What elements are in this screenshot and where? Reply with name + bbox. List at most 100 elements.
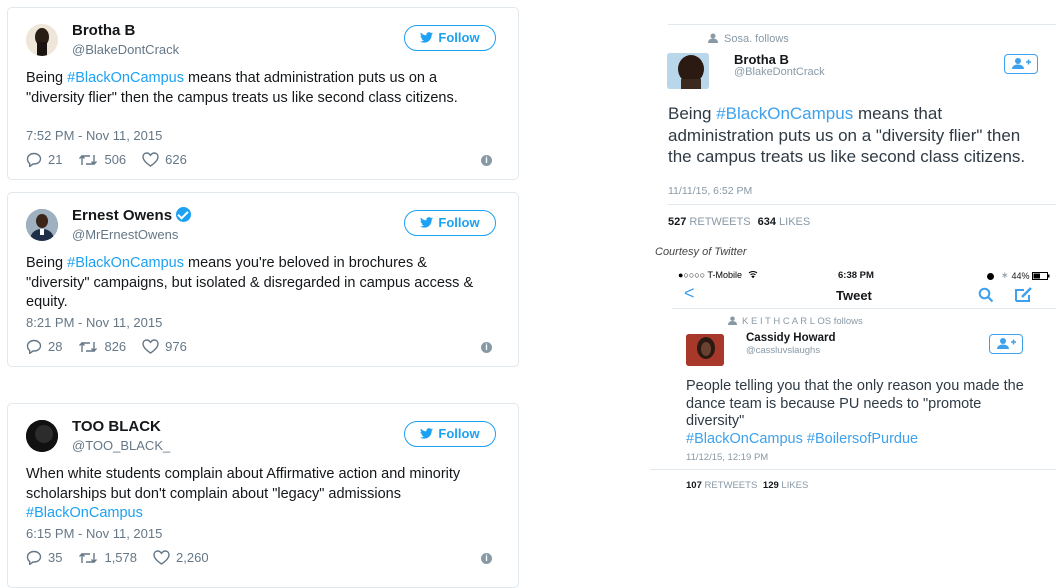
tweet-date: 11/11/15, 6:52 PM <box>668 185 753 197</box>
like-count: 626 <box>165 152 187 167</box>
phone-screenshot-2: ●○○○○ T-Mobile 6:38 PM ∗ 44% < Tweet K E… <box>650 264 1056 494</box>
avatar[interactable] <box>667 53 709 89</box>
add-user-icon <box>997 338 1016 349</box>
author-name-text[interactable]: Ernest Owens <box>72 207 172 224</box>
retweet-button[interactable]: 506 <box>78 152 126 167</box>
author-handle[interactable]: @MrErnestOwens <box>72 227 178 242</box>
author-name[interactable]: Brotha B <box>72 22 135 39</box>
hashtag-link[interactable]: #BlackOnCampus <box>716 104 853 123</box>
like-button[interactable]: 626 <box>142 152 187 167</box>
tweet-card-3: TOO BLACK @TOO_BLACK_ Follow When white … <box>7 403 519 588</box>
tweet-timestamp[interactable]: 8:21 PM - Nov 11, 2015 <box>26 315 162 330</box>
status-clock: 6:38 PM <box>838 270 874 281</box>
info-icon[interactable]: i <box>481 155 492 166</box>
follow-label: Follow <box>438 30 480 45</box>
info-icon[interactable]: i <box>481 342 492 353</box>
author-handle[interactable]: @cassluvslaughs <box>746 345 820 356</box>
social-context: Sosa. follows <box>708 33 789 45</box>
phone-screenshot-1: Sosa. follows Brotha B @BlakeDontCrack B… <box>650 0 1056 240</box>
tweet-actions: 28 826 976 <box>26 339 203 354</box>
hashtag-link[interactable]: #BlackOnCampus <box>26 505 143 521</box>
tweet-text: Being #BlackOnCampus means that administ… <box>668 103 1038 168</box>
retweet-icon <box>79 154 98 165</box>
reply-button[interactable]: 35 <box>26 550 62 565</box>
author-handle[interactable]: @TOO_BLACK_ <box>72 438 170 453</box>
tweet-actions: 35 1,578 2,260 <box>26 550 225 565</box>
author-name: Ernest Owens <box>72 207 192 224</box>
tweet-date: 11/12/15, 12:19 PM <box>686 452 769 463</box>
tweet-card-2: Ernest Owens @MrErnestOwens Follow Being… <box>7 192 519 367</box>
retweet-button[interactable]: 826 <box>78 339 126 354</box>
info-icon[interactable]: i <box>481 553 492 564</box>
author-name[interactable]: TOO BLACK <box>72 418 161 435</box>
heart-icon <box>153 550 170 565</box>
retweet-count: 1,578 <box>104 550 138 565</box>
likes-label: LIKES <box>781 480 809 491</box>
tweet-text-part: Being <box>668 104 717 123</box>
alarm-icon <box>987 272 994 280</box>
battery-status: ∗ 44% <box>986 270 1050 281</box>
follow-add-user-button[interactable] <box>1004 54 1038 74</box>
avatar[interactable] <box>26 24 58 56</box>
reply-count: 21 <box>48 152 63 167</box>
hashtag-link[interactable]: #BlackOnCampus <box>686 431 803 447</box>
author-name[interactable]: Brotha B <box>734 52 789 67</box>
like-count: 634 <box>757 216 776 228</box>
retweet-button[interactable]: 1,578 <box>78 550 137 565</box>
reply-count: 28 <box>48 339 63 354</box>
reply-icon <box>26 339 42 354</box>
author-handle[interactable]: @BlakeDontCrack <box>734 66 825 78</box>
retweets-label: RETWEETS <box>689 216 751 228</box>
verified-badge-icon <box>176 207 192 222</box>
follow-label: Follow <box>438 426 480 441</box>
hashtag-link[interactable]: #BlackOnCampus <box>67 70 184 86</box>
tweet-text-part: Being <box>26 70 68 86</box>
search-icon[interactable] <box>978 287 994 303</box>
battery-percent: 44% <box>1011 270 1030 281</box>
follow-button[interactable]: Follow <box>404 25 496 51</box>
like-count: 129 <box>762 480 779 491</box>
tweet-text: Being #BlackOnCampus means you're belove… <box>26 254 494 313</box>
person-icon <box>728 316 737 325</box>
retweet-count: 527 <box>668 216 687 228</box>
avatar[interactable] <box>686 334 724 366</box>
twitter-bird-icon <box>420 32 434 43</box>
follow-label: Follow <box>438 215 480 230</box>
retweet-count: 506 <box>104 152 127 167</box>
tweet-timestamp[interactable]: 7:52 PM - Nov 11, 2015 <box>26 128 162 143</box>
compose-icon[interactable] <box>1014 286 1034 303</box>
hashtag-link[interactable]: #BlackOnCampus <box>67 255 184 271</box>
hashtag-link[interactable]: #BoilersofPurdue <box>807 431 918 447</box>
follow-button[interactable]: Follow <box>404 421 496 447</box>
engagement-stats: 527 RETWEETS 634 LIKES <box>668 216 810 228</box>
reply-button[interactable]: 21 <box>26 152 62 167</box>
like-button[interactable]: 2,260 <box>153 550 209 565</box>
divider <box>672 308 1056 309</box>
avatar[interactable] <box>26 420 58 452</box>
tweet-timestamp[interactable]: 6:15 PM - Nov 11, 2015 <box>26 526 162 541</box>
carrier-text: ●○○○○ T-Mobile <box>678 270 743 280</box>
author-name[interactable]: Cassidy Howard <box>746 332 835 344</box>
back-button[interactable]: < <box>684 283 695 304</box>
reply-icon <box>26 152 42 167</box>
page-title: Tweet <box>836 288 872 303</box>
retweet-icon <box>79 341 98 352</box>
wifi-icon <box>748 271 757 279</box>
reply-button[interactable]: 28 <box>26 339 62 354</box>
author-handle[interactable]: @BlakeDontCrack <box>72 42 179 57</box>
follow-add-user-button[interactable] <box>989 334 1023 354</box>
heart-icon <box>142 339 159 354</box>
tweet-text: People telling you that the only reason … <box>686 378 1036 448</box>
battery-icon <box>1031 271 1050 280</box>
tweet-text-part: When white students complain about Affir… <box>26 466 461 502</box>
avatar[interactable] <box>26 209 58 241</box>
engagement-stats: 107 RETWEETS 129 LIKES <box>686 480 808 491</box>
social-context-text: K E I T H C A R L OS follows <box>742 316 863 327</box>
person-icon <box>708 33 718 43</box>
retweet-count: 826 <box>104 339 127 354</box>
like-button[interactable]: 976 <box>142 339 187 354</box>
tweet-text: Being #BlackOnCampus means that administ… <box>26 69 494 108</box>
social-context-text: Sosa. follows <box>724 33 789 45</box>
tweet-card-1: Brotha B @BlakeDontCrack Follow Being #B… <box>7 7 519 180</box>
follow-button[interactable]: Follow <box>404 210 496 236</box>
